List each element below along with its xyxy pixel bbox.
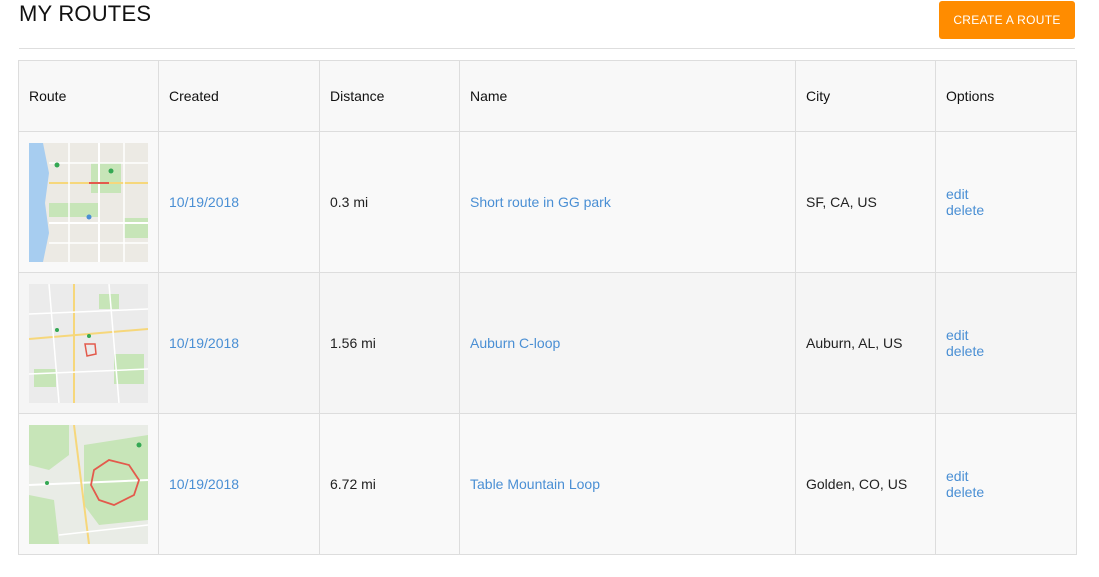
column-header-created: Created [158, 60, 320, 132]
column-header-distance: Distance [319, 60, 460, 132]
options-cell: edit delete [935, 272, 1077, 414]
map-thumbnail-golden[interactable] [29, 424, 148, 544]
page-title: MY ROUTES [19, 1, 152, 26]
route-name-link[interactable]: Short route in GG park [470, 194, 611, 210]
table-row: 10/19/2018 6.72 mi Table Mountain Loop G… [18, 413, 1077, 555]
edit-link[interactable]: edit [946, 186, 1066, 202]
distance-cell: 6.72 mi [319, 413, 460, 555]
table-row: 10/19/2018 0.3 mi Short route in GG park… [18, 131, 1077, 273]
city-cell: SF, CA, US [795, 131, 936, 273]
edit-link[interactable]: edit [946, 468, 1066, 484]
column-header-route: Route [18, 60, 159, 132]
route-map-cell [18, 413, 159, 555]
edit-link[interactable]: edit [946, 327, 1066, 343]
name-cell: Table Mountain Loop [459, 413, 796, 555]
city-cell: Auburn, AL, US [795, 272, 936, 414]
column-header-options: Options [935, 60, 1077, 132]
options-cell: edit delete [935, 413, 1077, 555]
create-route-button[interactable]: CREATE A ROUTE [939, 1, 1075, 39]
city-cell: Golden, CO, US [795, 413, 936, 555]
created-cell: 10/19/2018 [158, 131, 320, 273]
routes-table: Route Created Distance Name City Options [18, 60, 1077, 555]
map-thumbnail-auburn[interactable] [29, 283, 148, 403]
delete-link[interactable]: delete [946, 484, 1066, 500]
options-cell: edit delete [935, 131, 1077, 273]
column-header-city: City [795, 60, 936, 132]
route-name-link[interactable]: Auburn C-loop [470, 335, 560, 351]
created-cell: 10/19/2018 [158, 272, 320, 414]
delete-link[interactable]: delete [946, 343, 1066, 359]
distance-cell: 0.3 mi [319, 131, 460, 273]
table-header-row: Route Created Distance Name City Options [18, 60, 1077, 132]
route-map-cell [18, 131, 159, 273]
map-thumbnail-sf[interactable] [29, 142, 148, 262]
created-date-link[interactable]: 10/19/2018 [169, 335, 239, 351]
header-divider [19, 48, 1075, 49]
delete-link[interactable]: delete [946, 202, 1066, 218]
route-name-link[interactable]: Table Mountain Loop [470, 476, 600, 492]
distance-cell: 1.56 mi [319, 272, 460, 414]
created-date-link[interactable]: 10/19/2018 [169, 476, 239, 492]
table-row: 10/19/2018 1.56 mi Auburn C-loop Auburn,… [18, 272, 1077, 414]
created-date-link[interactable]: 10/19/2018 [169, 194, 239, 210]
created-cell: 10/19/2018 [158, 413, 320, 555]
column-header-name: Name [459, 60, 796, 132]
name-cell: Short route in GG park [459, 131, 796, 273]
name-cell: Auburn C-loop [459, 272, 796, 414]
route-map-cell [18, 272, 159, 414]
